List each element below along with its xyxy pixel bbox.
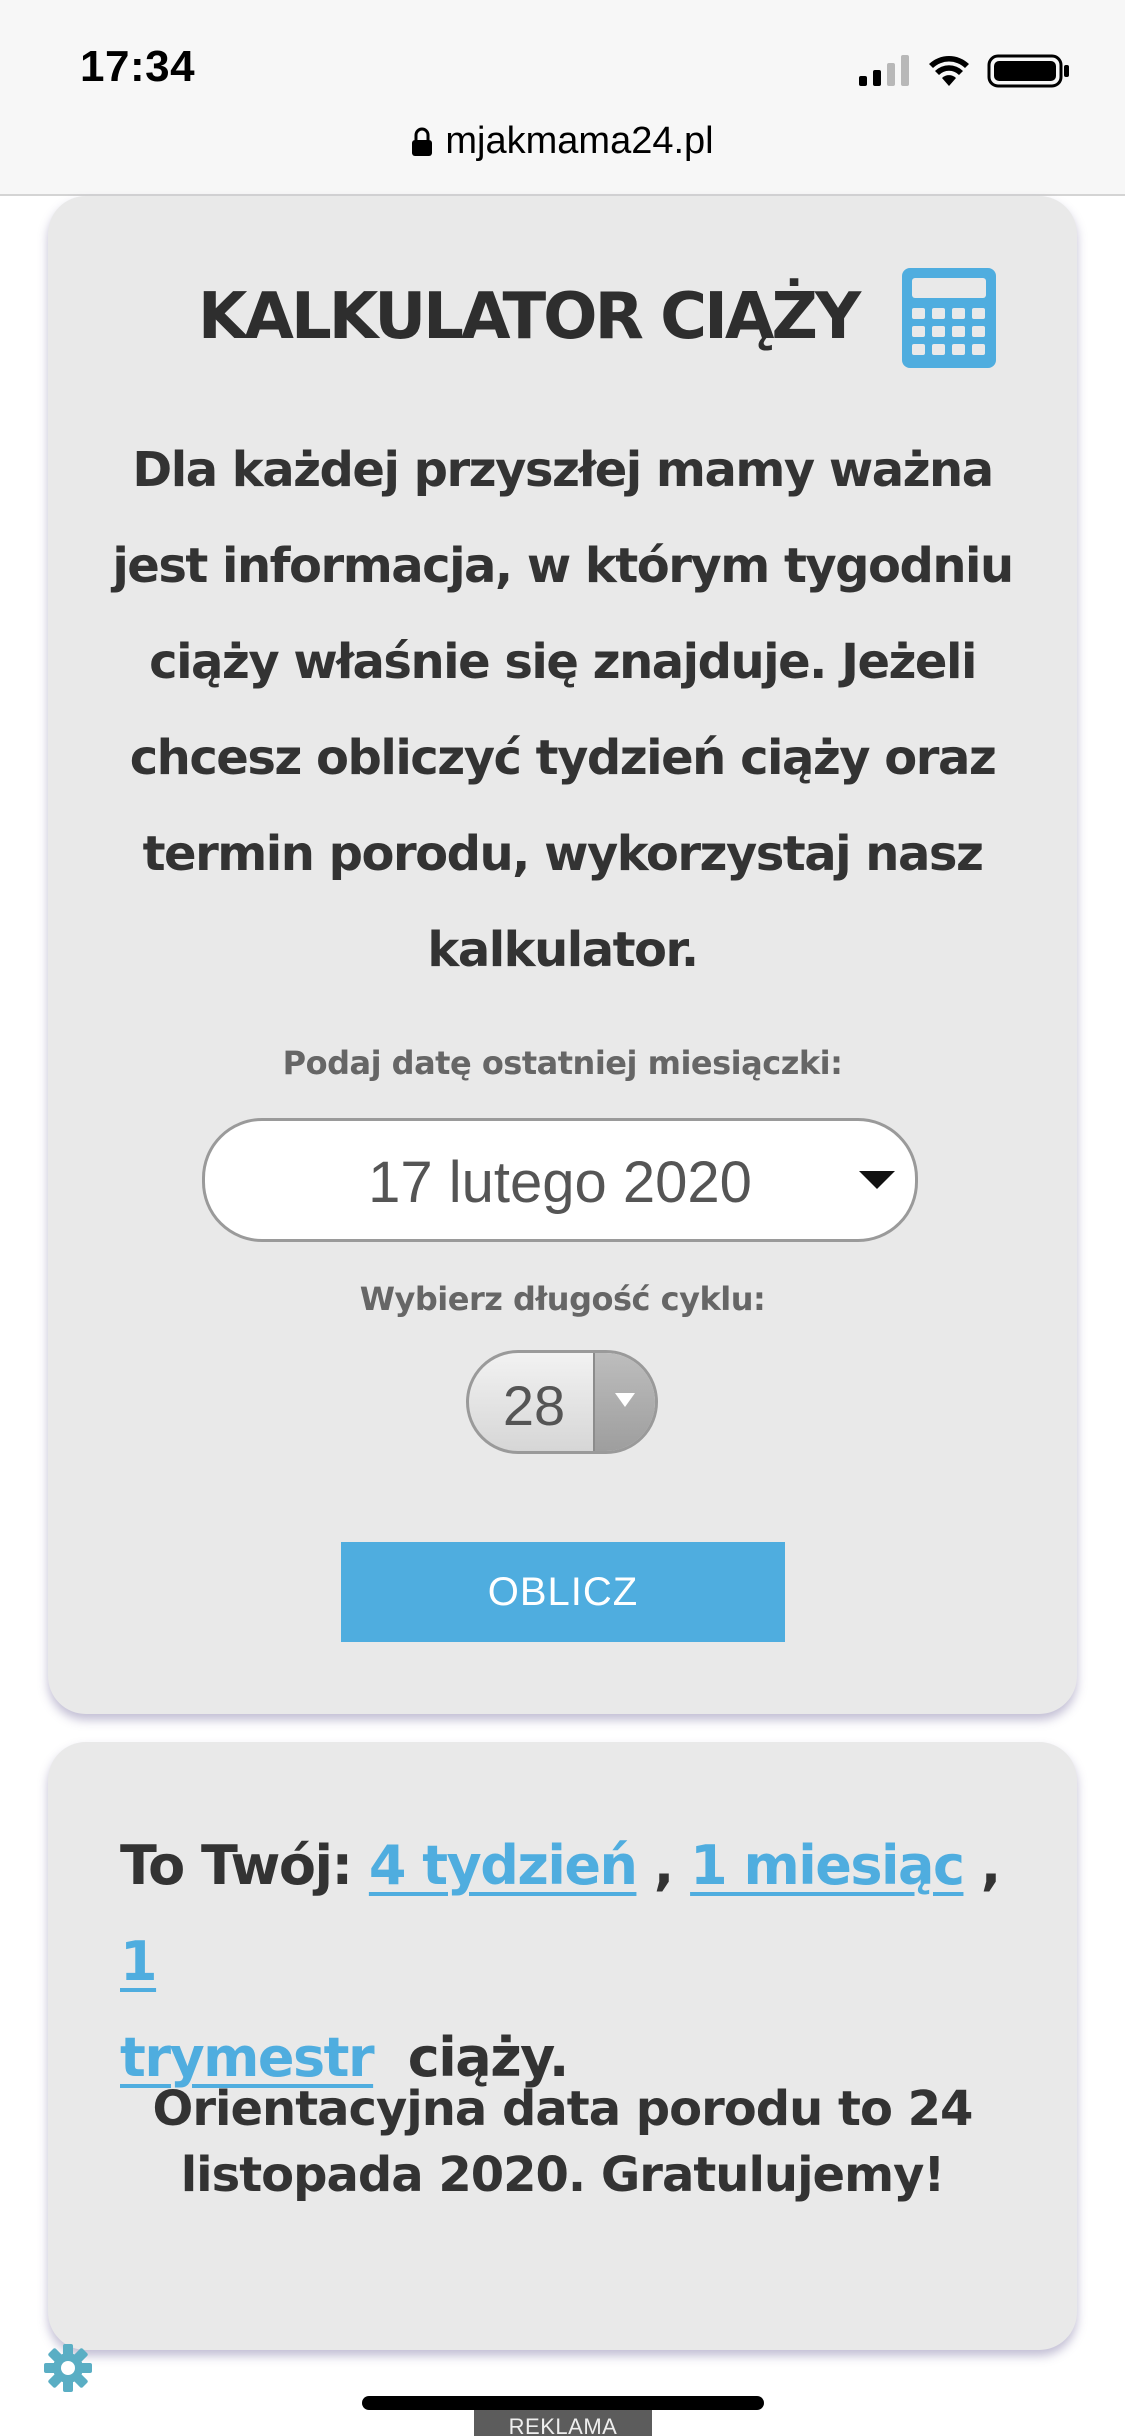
trimester-link-part1[interactable]: 1 bbox=[120, 1930, 158, 1993]
url-bar[interactable]: mjakmama24.pl bbox=[0, 112, 1125, 196]
intro-line: kalkulator. bbox=[427, 922, 699, 978]
cycle-select-value: 28 bbox=[502, 1374, 566, 1437]
calculate-button[interactable]: OBLICZ bbox=[341, 1542, 785, 1642]
result-summary: To Twój: 4 tydzień , 1 miesiąc , 1 tryme… bbox=[120, 1818, 1020, 2106]
date-label: Podaj datę ostatniej miesiączki: bbox=[282, 1044, 843, 1082]
intro-line: termin porodu, wykorzystaj nasz bbox=[142, 826, 984, 882]
chevron-down-icon bbox=[593, 1353, 655, 1451]
result-card: To Twój: 4 tydzień , 1 miesiąc , 1 tryme… bbox=[48, 1742, 1077, 2350]
signal-icon bbox=[859, 55, 909, 86]
lock-icon bbox=[412, 127, 433, 156]
separator: , bbox=[653, 1834, 675, 1897]
due-date-text: Orientacyjna data porodu to 24 listopada… bbox=[108, 2076, 1017, 2208]
week-link[interactable]: 4 tydzień bbox=[369, 1834, 638, 1897]
cycle-label: Wybierz długość cyklu: bbox=[359, 1280, 766, 1318]
calculator-icon bbox=[902, 268, 996, 368]
status-icons bbox=[859, 54, 1069, 88]
url-text: mjakmama24.pl bbox=[445, 120, 714, 162]
intro-line: Dla każdej przyszłej mamy ważna bbox=[132, 442, 994, 498]
home-indicator[interactable] bbox=[362, 2396, 764, 2410]
intro-line: chcesz obliczyć tydzień ciąży oraz bbox=[129, 730, 997, 786]
address-display[interactable]: mjakmama24.pl bbox=[0, 120, 1125, 163]
calculator-card: KALKULATOR CIĄŻY Dla każdej przyszłej ma… bbox=[48, 196, 1077, 1714]
calculator-intro: Dla każdej przyszłej mamy ważna jest inf… bbox=[108, 422, 1017, 998]
status-bar: 17:34 bbox=[0, 0, 1125, 130]
result-prefix: To Twój: bbox=[120, 1834, 353, 1897]
status-time: 17:34 bbox=[80, 42, 196, 91]
last-period-date-select[interactable]: 17 lutego 2020 bbox=[202, 1118, 918, 1242]
calculator-title: KALKULATOR CIĄŻY bbox=[197, 280, 861, 354]
date-select-value: 17 lutego 2020 bbox=[368, 1150, 752, 1215]
gear-icon[interactable] bbox=[42, 2342, 94, 2394]
chevron-down-icon bbox=[859, 1171, 895, 1189]
cycle-length-select[interactable]: 28 bbox=[466, 1350, 658, 1454]
battery-icon bbox=[987, 54, 1069, 88]
month-link[interactable]: 1 miesiąc bbox=[690, 1834, 965, 1897]
intro-line: jest informacja, w którym tygodniu bbox=[112, 538, 1014, 594]
intro-line: ciąży właśnie się znajduje. Jeżeli bbox=[149, 634, 977, 690]
due-date-line: listopada 2020. Gratulujemy! bbox=[180, 2147, 946, 2203]
separator: , bbox=[980, 1834, 1002, 1897]
due-date-line: Orientacyjna data porodu to 24 bbox=[152, 2081, 974, 2137]
wifi-icon bbox=[929, 56, 969, 86]
ad-label[interactable]: REKLAMA bbox=[474, 2410, 652, 2436]
